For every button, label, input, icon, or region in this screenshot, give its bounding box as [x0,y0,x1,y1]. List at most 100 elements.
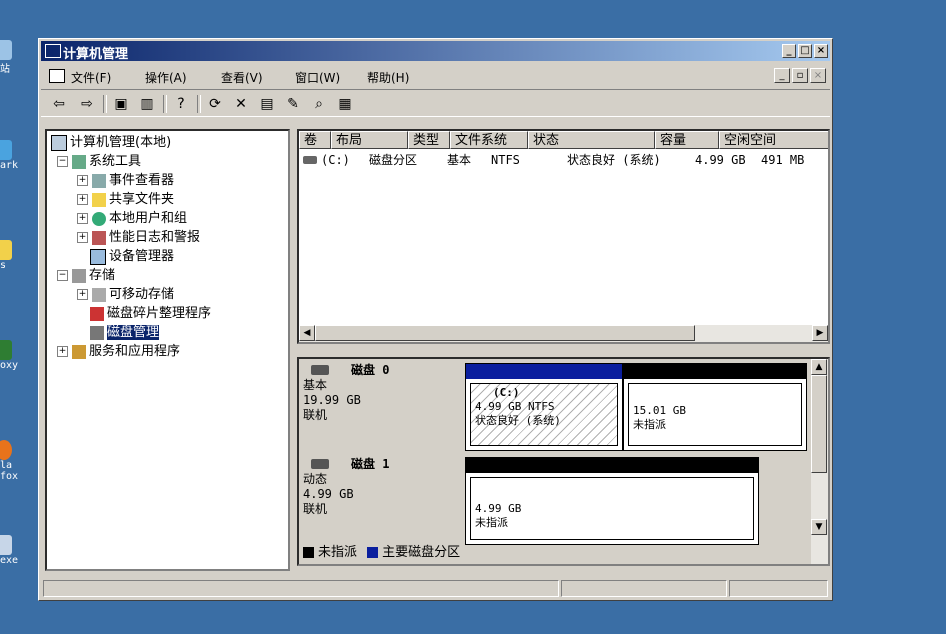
title-bar[interactable]: 计算机管理 _ □ × [41,41,830,62]
tree-item-defrag[interactable]: 磁盘碎片整理程序 [90,304,211,323]
cell-capacity: 4.99 GB [695,153,746,167]
partition-unallocated-1[interactable]: 4.99 GB 未指派 [465,457,759,545]
child-minimize-button[interactable]: _ [774,68,790,83]
partition-c[interactable]: (C:) 4.99 GB NTFS 状态良好 (系统) [465,363,623,451]
disk-type: 基本 [303,378,328,392]
toolbar: ⇦ ⇨ ▣ ▥ ? ⟳ ✕ ▤ ✎ ⌕ ▦ [41,89,830,117]
tree-item-removable-storage[interactable]: + 可移动存储 [77,285,174,304]
scroll-right-icon[interactable]: ▶ [812,325,828,341]
disk-1-info[interactable]: 磁盘 1 动态 4.99 GB 联机 [303,457,463,543]
expand-icon[interactable]: + [77,175,88,186]
horizontal-scrollbar[interactable]: ◀ ▶ [299,325,828,342]
scroll-thumb[interactable] [315,325,695,341]
volume-icon [303,156,317,164]
disk-state: 联机 [303,408,328,422]
expand-icon[interactable]: + [77,213,88,224]
removable-storage-icon [92,287,106,302]
desktop-icon-label: la fox [0,460,19,482]
menu-view[interactable]: 查看(V) [221,69,263,86]
desktop-icon-label: s [0,260,7,271]
partition-unallocated-0[interactable]: 15.01 GB 未指派 [623,363,807,451]
volume-list: 卷 布局 类型 文件系统 状态 容量 空闲空间 (C:) 磁盘分区 基本 NTF… [297,129,830,344]
tree-label: 设备管理器 [109,249,175,264]
refresh-icon[interactable]: ⟳ [205,95,225,113]
child-close-button[interactable]: × [810,68,826,83]
tree-item-storage[interactable]: − 存储 [57,266,115,285]
expand-icon[interactable]: + [77,194,88,205]
tree-item-perf-logs[interactable]: + 性能日志和警报 [77,228,200,247]
document-icon [49,69,65,83]
tree-item-disk-management[interactable]: 磁盘管理 [90,323,160,342]
show-hide-tree-icon[interactable]: ▥ [137,95,157,113]
expand-icon[interactable]: + [57,346,68,357]
tree-item-services[interactable]: + 服务和应用程序 [57,342,180,361]
disk-size: 19.99 GB [303,393,361,407]
desktop-icon-recycle[interactable]: 站 [0,40,36,75]
desktop-icon-wireshark[interactable]: ark [0,140,36,171]
tree-label: 事件查看器 [109,173,175,188]
menu-window[interactable]: 窗口(W) [295,69,340,86]
expand-icon[interactable]: + [77,289,88,300]
desktop-icon-exe[interactable]: exe [0,535,36,566]
partition-body: 4.99 GB 未指派 [470,477,754,540]
desktop-icon-label: ark [0,160,19,171]
disk-state: 联机 [303,502,328,516]
child-restore-button[interactable]: ▫ [792,68,808,83]
disk-0-info[interactable]: 磁盘 0 基本 19.99 GB 联机 [303,363,463,449]
delete-icon[interactable]: ✕ [231,95,251,113]
tree-item-local-users[interactable]: + 本地用户和组 [77,209,187,228]
up-level-icon[interactable]: ▣ [111,95,131,113]
window-title: 计算机管理 [63,47,129,62]
column-header-type[interactable]: 类型 [408,131,450,149]
column-header-status[interactable]: 状态 [528,131,655,149]
collapse-icon[interactable]: − [57,270,68,281]
desktop-icon-folder[interactable]: s [0,240,36,271]
scroll-left-icon[interactable]: ◀ [299,325,315,341]
unallocated-swatch [303,547,314,558]
back-icon[interactable]: ⇦ [49,95,69,113]
menu-action[interactable]: 操作(A) [145,69,187,86]
forward-icon[interactable]: ⇨ [77,95,97,113]
open-folder-icon[interactable]: ✎ [283,95,303,113]
properties-icon[interactable]: ▤ [257,95,277,113]
help-icon[interactable]: ? [171,95,191,113]
disk-graphical-view: 磁盘 0 基本 19.99 GB 联机 (C:) 4.99 GB NTFS 状态… [297,357,830,566]
disk-settings-icon[interactable]: ▦ [335,95,355,113]
vertical-scrollbar[interactable]: ▲ ▼ [811,359,828,564]
minimize-button[interactable]: _ [782,44,796,58]
wireshark-icon [0,140,12,160]
cell-type: 基本 [447,153,472,167]
tree-item-event-viewer[interactable]: + 事件查看器 [77,171,174,190]
scroll-down-icon[interactable]: ▼ [811,519,827,535]
tree-item-device-manager[interactable]: 设备管理器 [90,247,174,266]
storage-icon [72,268,86,283]
recycle-bin-icon [0,40,12,60]
column-header-free-space[interactable]: 空闲空间 [719,131,828,149]
column-header-capacity[interactable]: 容量 [655,131,719,149]
toolbar-separator [197,95,201,113]
desktop-icon-proxy[interactable]: oxy [0,340,36,371]
disk-type: 动态 [303,472,328,486]
exe-icon [0,535,12,555]
scroll-thumb[interactable] [811,375,827,473]
unallocated-bar [624,364,806,379]
column-header-layout[interactable]: 布局 [331,131,408,149]
partition-status: 状态良好 (系统) [475,414,561,427]
desktop-icon-firefox[interactable]: la fox [0,440,36,482]
search-icon[interactable]: ⌕ [309,95,329,113]
tree-item-root[interactable]: 计算机管理(本地) [51,133,171,152]
menu-help[interactable]: 帮助(H) [367,69,409,86]
disk-legend: 未指派 主要磁盘分区 [303,544,460,562]
tree-item-shared-folders[interactable]: + 共享文件夹 [77,190,174,209]
computer-management-window: 计算机管理 _ □ × 文件(F) 操作(A) 查看(V) 窗口(W) 帮助(H… [38,38,833,601]
column-header-filesystem[interactable]: 文件系统 [450,131,528,149]
services-icon [72,344,86,359]
menu-file[interactable]: 文件(F) [71,69,111,86]
expand-icon[interactable]: + [77,232,88,243]
collapse-icon[interactable]: − [57,156,68,167]
scroll-up-icon[interactable]: ▲ [811,359,827,375]
close-button[interactable]: × [814,44,828,58]
maximize-button[interactable]: □ [798,44,812,58]
tree-item-system-tools[interactable]: − 系统工具 [57,152,141,171]
column-header-volume[interactable]: 卷 [299,131,331,149]
